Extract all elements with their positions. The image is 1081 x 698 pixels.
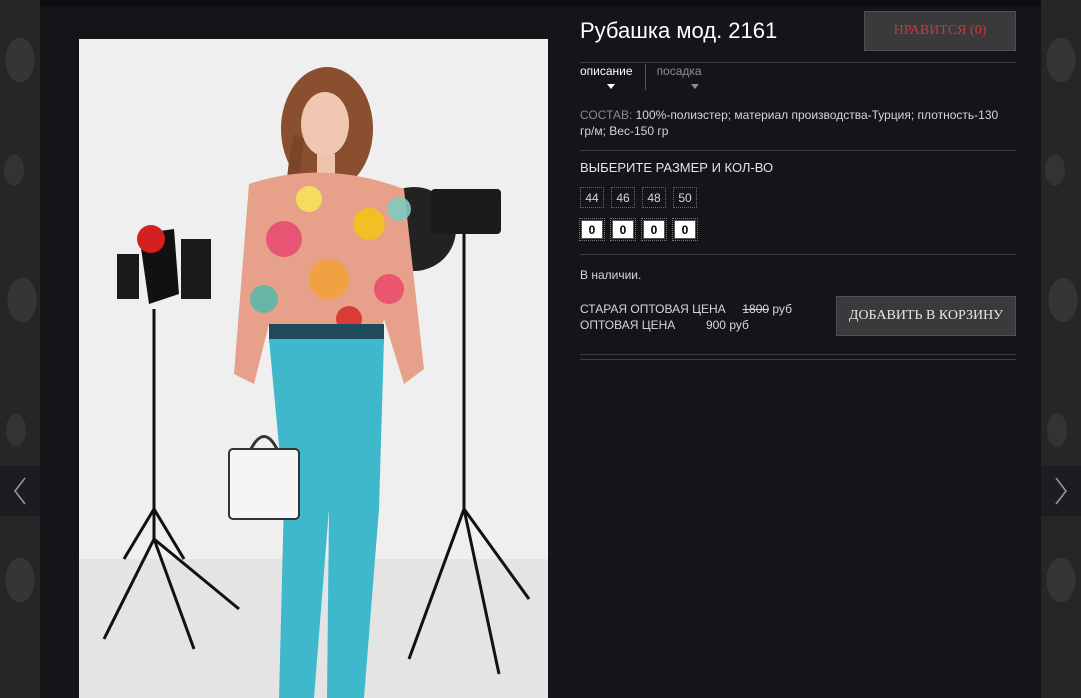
quantity-field-48[interactable] bbox=[641, 218, 667, 241]
size-option[interactable]: 44 bbox=[580, 187, 604, 208]
size-option[interactable]: 46 bbox=[611, 187, 635, 208]
size-option[interactable]: 50 bbox=[673, 187, 697, 208]
price-value: 900 bbox=[705, 318, 726, 332]
composition-label: СОСТАВ: bbox=[580, 108, 633, 122]
next-product-button[interactable] bbox=[1041, 466, 1081, 516]
tab-description-label: описание bbox=[580, 64, 633, 78]
model-photo-illustration bbox=[79, 39, 548, 698]
right-ornament-pattern bbox=[1041, 0, 1081, 698]
size-option[interactable]: 48 bbox=[642, 187, 666, 208]
price-currency: руб bbox=[729, 318, 749, 332]
quantity-inputs bbox=[579, 218, 698, 241]
composition-text: СОСТАВ: 100%-полиэстер; материал произво… bbox=[580, 107, 1000, 139]
old-price-currency: руб bbox=[772, 302, 792, 316]
tab-fit[interactable]: посадка bbox=[644, 64, 714, 90]
composition-value: 100%-полиэстер; материал производства-Ту… bbox=[580, 108, 999, 138]
old-price-row: СТАРАЯ ОПТОВАЯ ЦЕНА 1800 руб bbox=[580, 301, 792, 317]
chevron-right-icon bbox=[1055, 477, 1067, 505]
old-price-label: СТАРАЯ ОПТОВАЯ ЦЕНА bbox=[580, 302, 726, 316]
divider bbox=[580, 150, 1016, 151]
product-photo[interactable] bbox=[79, 39, 548, 698]
old-price-value: 1800 bbox=[742, 302, 770, 316]
price-label: ОПТОВАЯ ЦЕНА bbox=[580, 318, 676, 332]
product-tabs: описание посадка bbox=[580, 64, 714, 90]
divider bbox=[580, 62, 1016, 63]
left-ornament-pattern bbox=[0, 0, 40, 698]
divider bbox=[580, 359, 1016, 360]
chevron-left-icon bbox=[14, 477, 26, 505]
size-options: 44 46 48 50 bbox=[580, 187, 697, 208]
quantity-field-46[interactable] bbox=[610, 218, 636, 241]
caret-down-icon bbox=[690, 84, 699, 89]
caret-down-icon bbox=[607, 84, 615, 89]
price-block: СТАРАЯ ОПТОВАЯ ЦЕНА 1800 руб ОПТОВАЯ ЦЕН… bbox=[580, 301, 792, 333]
previous-product-button[interactable] bbox=[0, 466, 40, 516]
divider bbox=[580, 254, 1016, 255]
add-to-cart-button[interactable]: ДОБАВИТЬ В КОРЗИНУ bbox=[836, 296, 1016, 336]
divider bbox=[580, 354, 1016, 355]
quantity-field-50[interactable] bbox=[672, 218, 698, 241]
quantity-field-44[interactable] bbox=[579, 218, 605, 241]
like-button[interactable]: НРАВИТСЯ (0) bbox=[864, 11, 1016, 51]
size-selector-title: ВЫБЕРИТЕ РАЗМЕР И КОЛ-ВО bbox=[580, 160, 774, 175]
tab-description[interactable]: описание bbox=[580, 64, 645, 90]
price-row: ОПТОВАЯ ЦЕНА 900 руб bbox=[580, 317, 792, 333]
tab-fit-label: посадка bbox=[656, 64, 702, 78]
product-title: Рубашка мод. 2161 bbox=[580, 18, 778, 43]
stock-status: В наличии. bbox=[580, 268, 642, 282]
